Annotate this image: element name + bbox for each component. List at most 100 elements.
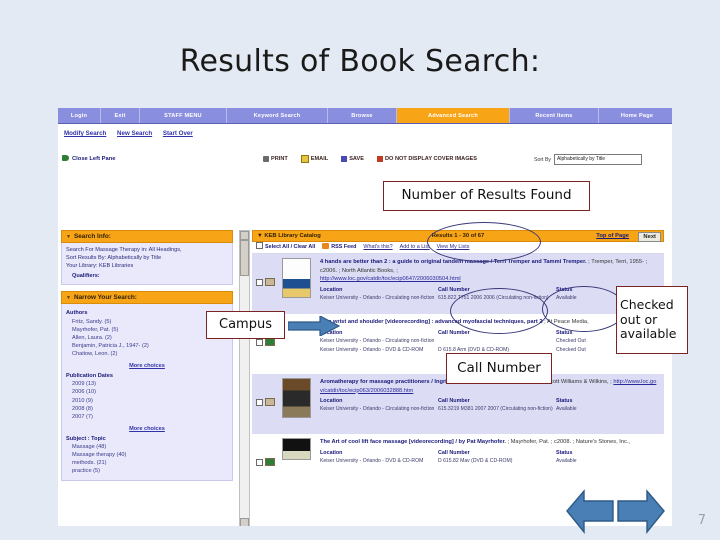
row-select[interactable] — [256, 278, 275, 286]
facet-item[interactable]: 2007 (7) — [66, 413, 228, 421]
result-title[interactable]: The Art of cool lift face massage [video… — [320, 439, 506, 445]
copy-location: Keiser University - Orlando - Circulatin… — [320, 406, 435, 413]
sort-by-control: Sort By Alphabetically by Title — [534, 154, 642, 165]
facet-item[interactable]: 2006 (10) — [66, 388, 228, 396]
next-page-button[interactable]: Next — [638, 232, 661, 242]
nav-item-browse[interactable]: Browse — [328, 108, 397, 123]
copy-status: Available — [556, 406, 577, 413]
link-modify-search-label: Modify Search — [64, 130, 107, 137]
close-left-pane-button[interactable]: Close Left Pane — [62, 155, 116, 162]
facet-item[interactable]: methods. (21) — [66, 459, 228, 467]
result-title[interactable]: 4 hands are better than 2 : a guide to o… — [320, 259, 587, 265]
print-button[interactable]: PRINT — [263, 156, 288, 162]
select-all-checkbox[interactable]: Select All / Clear All — [256, 242, 315, 253]
narrow-search-header-label: Narrow Your Search: — [73, 294, 137, 302]
facet-item[interactable]: Mayrhofer, Pat. (5) — [66, 326, 228, 334]
facet-item[interactable]: 2009 (13) — [66, 380, 228, 388]
whats-this-link[interactable]: What's this? — [363, 242, 392, 253]
copy-status: Available — [556, 457, 577, 464]
collapse-triangle-icon: ▼ — [66, 295, 71, 302]
result-copy-row: Keiser University - Orlando - Circulatin… — [320, 406, 660, 413]
nav-item-staff-menu[interactable]: STAFF MENU — [140, 108, 227, 123]
book-format-icon — [265, 278, 275, 286]
close-left-pane-label: Close Left Pane — [72, 156, 116, 162]
slide-page-number: 7 — [697, 513, 706, 528]
checkbox-icon[interactable] — [256, 338, 263, 346]
select-all-label: Select All / Clear All — [265, 244, 316, 250]
result-url[interactable]: http://www.loc.gov/catdir/toc/ecip0647/2… — [320, 276, 461, 282]
result-actions-bar: PRINT EMAIL SAVE DO NOT DISPLAY COVER IM… — [263, 155, 477, 163]
cover-thumbnail — [282, 258, 311, 298]
row-select[interactable] — [256, 338, 275, 346]
copy-call-number — [438, 338, 556, 345]
search-info-header-label: Search Info: — [73, 233, 111, 240]
facet-item[interactable]: Massage therapy (40) — [66, 451, 228, 459]
cover-images-label: DO NOT DISPLAY COVER IMAGES — [385, 156, 478, 162]
facet-item[interactable]: Allen, Laura. (2) — [66, 334, 228, 342]
nav-item-advanced-search[interactable]: Advanced Search — [397, 108, 510, 123]
top-of-page-link[interactable]: Top of Page — [596, 231, 629, 241]
link-start-over[interactable]: Start Over — [163, 130, 193, 137]
floppy-disk-icon — [341, 156, 348, 162]
checkbox-icon[interactable] — [256, 278, 263, 286]
nav-item-exit[interactable]: Exit — [101, 108, 140, 123]
left-facet-pane: ▼ Search Info: Search For Massage Therapy… — [61, 230, 233, 481]
result-copy-row: Keiser University - Orlando - Circulatin… — [320, 338, 660, 345]
search-info-line: Your Library: KEB Libraries — [66, 263, 134, 270]
toggle-cover-images-button[interactable]: DO NOT DISPLAY COVER IMAGES — [377, 156, 477, 162]
facet-item[interactable]: 2008 (8) — [66, 405, 228, 413]
nav-item-keyword-search[interactable]: Keyword Search — [227, 108, 328, 123]
checkbox-icon[interactable] — [256, 458, 263, 466]
highlight-ellipse-status — [542, 286, 626, 332]
facet-item[interactable]: Fritz, Sandy. (5) — [66, 318, 228, 326]
link-new-search[interactable]: New Search — [117, 130, 152, 137]
facet-item[interactable]: Massage (48) — [66, 443, 228, 451]
pointer-arrow-right-bottom — [617, 489, 665, 534]
facet-item[interactable]: Benjamin, Patricia J., 1947- (2) — [66, 342, 228, 350]
printer-icon — [263, 156, 269, 162]
add-to-list-link[interactable]: Add to a List — [400, 242, 430, 253]
copy-call-number: D 615.82 Mav (DVD & CD-ROM) — [438, 457, 513, 464]
result-title-block: The Art of cool lift face massage [video… — [320, 438, 660, 447]
link-start-over-label: Start Over — [162, 130, 193, 137]
save-button[interactable]: SAVE — [341, 156, 364, 162]
nav-item-home-page[interactable]: Home Page — [599, 108, 672, 123]
search-info-line: Search For Massage Therapy in: All Headi… — [66, 247, 182, 253]
link-modify-search[interactable]: Modify Search — [64, 130, 106, 137]
pane-scrollbar[interactable] — [239, 230, 250, 526]
scroll-down-arrow-icon[interactable] — [240, 518, 249, 526]
col-status: Status — [556, 449, 573, 456]
more-choices-authors[interactable]: More choices — [66, 362, 228, 370]
nav-item-login[interactable]: Login — [58, 108, 101, 123]
facet-item[interactable]: 2010 (9) — [66, 397, 228, 405]
link-new-search-label: New Search — [117, 130, 153, 137]
search-info-header[interactable]: ▼ Search Info: — [61, 230, 233, 243]
nav-item-recent-items[interactable]: Recent Items — [510, 108, 599, 123]
envelope-icon — [300, 155, 309, 163]
sort-by-select[interactable]: Alphabetically by Title — [554, 154, 642, 165]
callout-checked-status: Checked out or available — [616, 286, 688, 354]
email-button[interactable]: EMAIL — [300, 155, 328, 163]
facet-item[interactable]: Chaitow, Leon. (2) — [66, 350, 228, 358]
qualifiers-label: Qualifiers: — [72, 273, 100, 280]
checkbox-icon[interactable] — [256, 398, 263, 406]
cover-thumbnail — [282, 378, 311, 418]
copy-location: Keiser University - Orlando - DVD & CD-R… — [320, 346, 424, 353]
callout-call-number: Call Number — [446, 353, 552, 384]
facet-item[interactable]: practice (5) — [66, 467, 228, 475]
result-row[interactable]: The Art of cool lift face massage [video… — [252, 434, 664, 494]
more-choices-dates[interactable]: More choices — [66, 425, 228, 433]
rss-icon — [322, 243, 330, 249]
rss-feed-link[interactable]: RSS Feed — [322, 242, 356, 253]
result-column-headers: Location Call Number Status — [320, 398, 660, 404]
facet-group-subject-topic: Subject : Topic — [66, 435, 106, 442]
scrollbar-thumb[interactable] — [240, 240, 249, 276]
browser-navbar: Login Exit STAFF MENU Keyword Search Bro… — [58, 108, 672, 124]
result-copy-row: Keiser University - Orlando - DVD & CD-R… — [320, 458, 660, 465]
search-sub-links: Modify Search New Search Start Over — [64, 130, 202, 137]
scroll-up-arrow-icon[interactable] — [240, 231, 249, 240]
narrow-search-header[interactable]: ▼ Narrow Your Search: — [61, 291, 233, 305]
row-select[interactable] — [256, 458, 275, 466]
pane-flag-icon — [62, 155, 69, 161]
row-select[interactable] — [256, 398, 275, 406]
